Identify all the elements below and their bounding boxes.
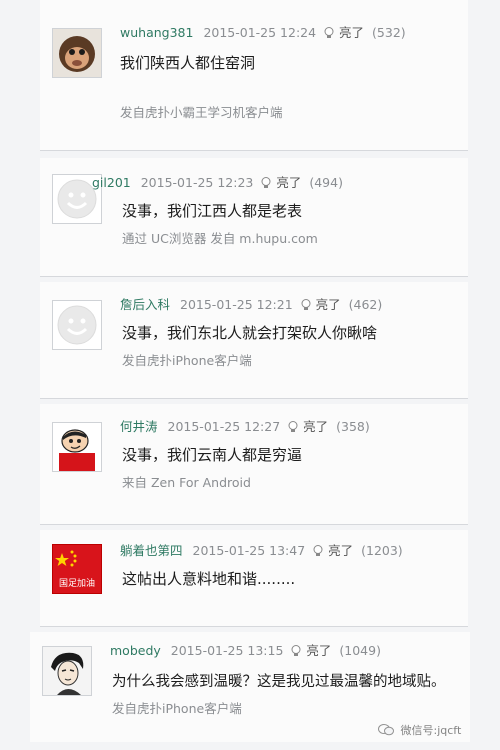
username-link[interactable]: 詹后入科 <box>120 297 170 312</box>
like-count: (462) <box>348 297 383 312</box>
flag-avatar-text: 国足加油 <box>59 577 95 589</box>
monkey-avatar-icon[interactable] <box>52 28 102 78</box>
cartoon-boy-avatar-icon[interactable] <box>52 422 102 472</box>
like-button[interactable]: 亮了 <box>316 297 341 312</box>
comment-meta: wuhang381 2015-01-25 12:24 亮了 (532) <box>120 22 406 41</box>
lightbulb-icon[interactable] <box>324 27 334 39</box>
like-count: (494) <box>309 175 343 190</box>
comment-meta: 詹后入科 2015-01-25 12:21 亮了 (462) <box>120 294 382 313</box>
comment-text: 没事，我们云南人都是穷逼 <box>122 446 303 464</box>
lightbulb-icon[interactable] <box>291 645 301 657</box>
like-count: (1203) <box>361 543 403 558</box>
comment-text: 没事，我们东北人就会打架砍人你瞅啥 <box>122 324 378 342</box>
username-link[interactable]: 何井涛 <box>120 419 158 434</box>
manga-portrait-avatar-icon[interactable] <box>42 646 92 696</box>
like-button[interactable]: 亮了 <box>276 175 301 190</box>
wechat-icon <box>378 724 394 736</box>
comment-text: 我们陕西人都住窑洞 <box>120 54 256 72</box>
watermark: 微信号:jqcft <box>378 722 461 738</box>
like-button[interactable]: 亮了 <box>328 543 353 558</box>
watermark-text: 微信号:jqcft <box>400 724 462 737</box>
like-count: (532) <box>372 25 406 40</box>
comment-source: 通过 UC浏览器 发自 m.hupu.com <box>122 231 318 246</box>
username-link[interactable]: mobedy <box>110 643 161 658</box>
flag-avatar-icon[interactable]: 国足加油 <box>52 544 102 594</box>
comment-card: gil201 2015-01-25 12:23 亮了 (494) 没事，我们江西… <box>40 158 468 277</box>
comment-card: 国足加油 躺着也第四 2015-01-25 13:47 亮了 (1203) 这帖… <box>40 530 468 627</box>
timestamp: 2015-01-25 12:27 <box>167 419 281 434</box>
comment-text: 没事，我们江西人都是老表 <box>122 202 303 220</box>
username-link[interactable]: gil201 <box>92 175 131 190</box>
like-count: (358) <box>336 419 370 434</box>
comment-source: 来自 Zen For Android <box>122 475 251 490</box>
like-button[interactable]: 亮了 <box>306 643 331 658</box>
comment-meta: 躺着也第四 2015-01-25 13:47 亮了 (1203) <box>120 540 403 559</box>
lightbulb-icon[interactable] <box>261 177 271 189</box>
comment-source: 发自虎扑iPhone客户端 <box>122 353 252 368</box>
comment-text: 为什么我会感到温暖？这是我见过最温馨的地域贴。 <box>112 674 446 690</box>
comment-source: 发自虎扑iPhone客户端 <box>112 701 242 716</box>
comment-card: 何井涛 2015-01-25 12:27 亮了 (358) 没事，我们云南人都是… <box>40 404 468 525</box>
like-button[interactable]: 亮了 <box>339 25 364 40</box>
comment-meta: mobedy 2015-01-25 13:15 亮了 (1049) <box>110 640 381 659</box>
default-smiley-avatar-icon[interactable] <box>52 300 102 350</box>
comment-meta: 何井涛 2015-01-25 12:27 亮了 (358) <box>120 416 370 435</box>
comment-card: wuhang381 2015-01-25 12:24 亮了 (532) 我们陕西… <box>40 0 468 151</box>
lightbulb-icon[interactable] <box>313 545 323 557</box>
timestamp: 2015-01-25 12:23 <box>140 175 254 190</box>
timestamp: 2015-01-25 12:21 <box>180 297 293 312</box>
username-link[interactable]: wuhang381 <box>120 25 193 40</box>
like-button[interactable]: 亮了 <box>303 419 328 434</box>
lightbulb-icon[interactable] <box>301 299 311 311</box>
comment-card: 詹后入科 2015-01-25 12:21 亮了 (462) 没事，我们东北人就… <box>40 282 468 399</box>
timestamp: 2015-01-25 13:47 <box>192 543 306 558</box>
comment-source: 发自虎扑小霸王学习机客户端 <box>120 105 283 120</box>
like-count: (1049) <box>339 643 381 658</box>
comment-text: 这帖出人意料地和谐........ <box>122 570 296 588</box>
username-link[interactable]: 躺着也第四 <box>120 543 183 558</box>
timestamp: 2015-01-25 13:15 <box>170 643 284 658</box>
lightbulb-icon[interactable] <box>288 421 298 433</box>
timestamp: 2015-01-25 12:24 <box>203 25 317 40</box>
comment-meta: gil201 2015-01-25 12:23 亮了 (494) <box>92 172 343 191</box>
